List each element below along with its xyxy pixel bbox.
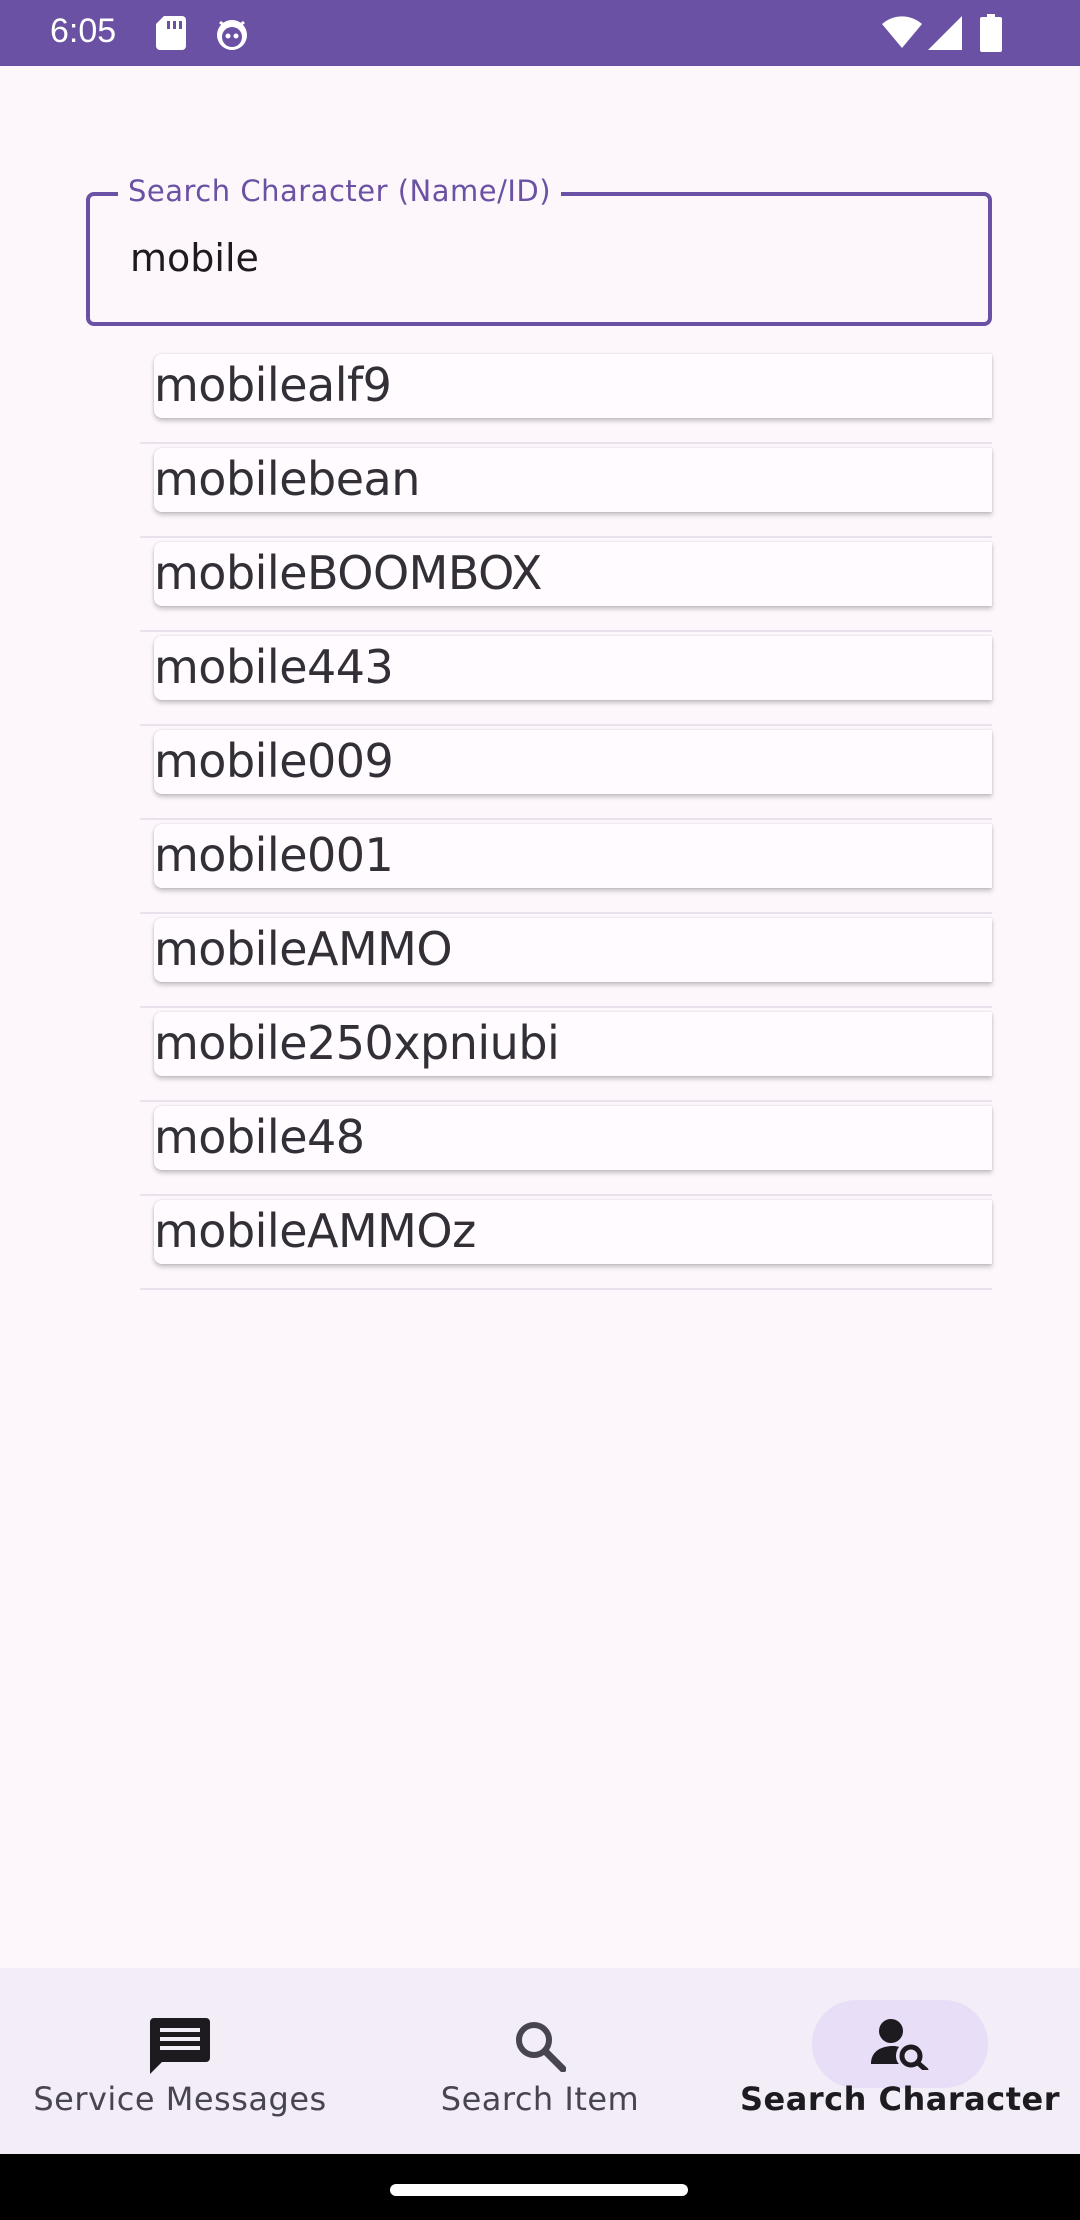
- home-gesture-handle[interactable]: [390, 2184, 688, 2196]
- bottom-navigation: Service Messages Search Item Search Char…: [0, 1968, 1080, 2154]
- search-icon: [516, 2022, 566, 2072]
- search-field-label: Search Character (Name/ID): [118, 174, 562, 208]
- result-row[interactable]: mobile001: [140, 820, 992, 914]
- result-name: mobile443: [154, 640, 394, 694]
- wifi-icon: [882, 16, 922, 48]
- nav-active-indicator: [812, 2000, 988, 2088]
- search-field[interactable]: [86, 192, 992, 326]
- nav-service-messages[interactable]: Service Messages: [0, 1968, 360, 2154]
- result-row[interactable]: mobilealf9: [140, 350, 992, 444]
- result-row[interactable]: mobile443: [140, 632, 992, 726]
- result-row[interactable]: mobileAMMO: [140, 914, 992, 1008]
- nav-search-item-indicator: [476, 2002, 604, 2090]
- result-name: mobileBOOMBOX: [154, 546, 542, 600]
- nav-search-item-label: Search Item: [440, 2080, 640, 2118]
- search-input[interactable]: [130, 230, 950, 286]
- result-name: mobilealf9: [154, 358, 392, 412]
- result-row[interactable]: mobile009: [140, 726, 992, 820]
- result-name: mobileAMMOz: [154, 1204, 476, 1258]
- results-list: mobilealf9 mobilebean mobileBOOMBOX mobile4…: [140, 350, 992, 1290]
- result-row[interactable]: mobileAMMOz: [140, 1196, 992, 1290]
- result-name: mobile48: [154, 1110, 365, 1164]
- status-clock: 6:05: [50, 12, 117, 50]
- signal-icon: [928, 16, 962, 50]
- result-row[interactable]: mobilebean: [140, 444, 992, 538]
- nav-service-messages-indicator: [116, 2002, 244, 2090]
- result-row[interactable]: mobile48: [140, 1102, 992, 1196]
- nav-search-character[interactable]: Search Character: [720, 1968, 1080, 2154]
- message-icon: [150, 2018, 210, 2074]
- result-name: mobile250xpniubi: [154, 1016, 560, 1070]
- gesture-navigation-bar: [0, 2154, 1080, 2220]
- nav-search-character-label: Search Character: [740, 2080, 1060, 2118]
- result-name: mobile009: [154, 734, 394, 788]
- result-row[interactable]: mobile250xpniubi: [140, 1008, 992, 1102]
- battery-icon: [980, 14, 1002, 52]
- status-bar: 6:05: [0, 0, 1080, 66]
- nav-search-item[interactable]: Search Item: [360, 1968, 720, 2154]
- result-name: mobilebean: [154, 452, 420, 506]
- result-row[interactable]: mobileBOOMBOX: [140, 538, 992, 632]
- person-search-icon: [871, 2019, 929, 2070]
- sd-card-icon: [156, 16, 186, 50]
- bug-icon: [217, 20, 247, 50]
- nav-service-messages-label: Service Messages: [33, 2080, 327, 2118]
- result-name: mobileAMMO: [154, 922, 453, 976]
- result-name: mobile001: [154, 828, 394, 882]
